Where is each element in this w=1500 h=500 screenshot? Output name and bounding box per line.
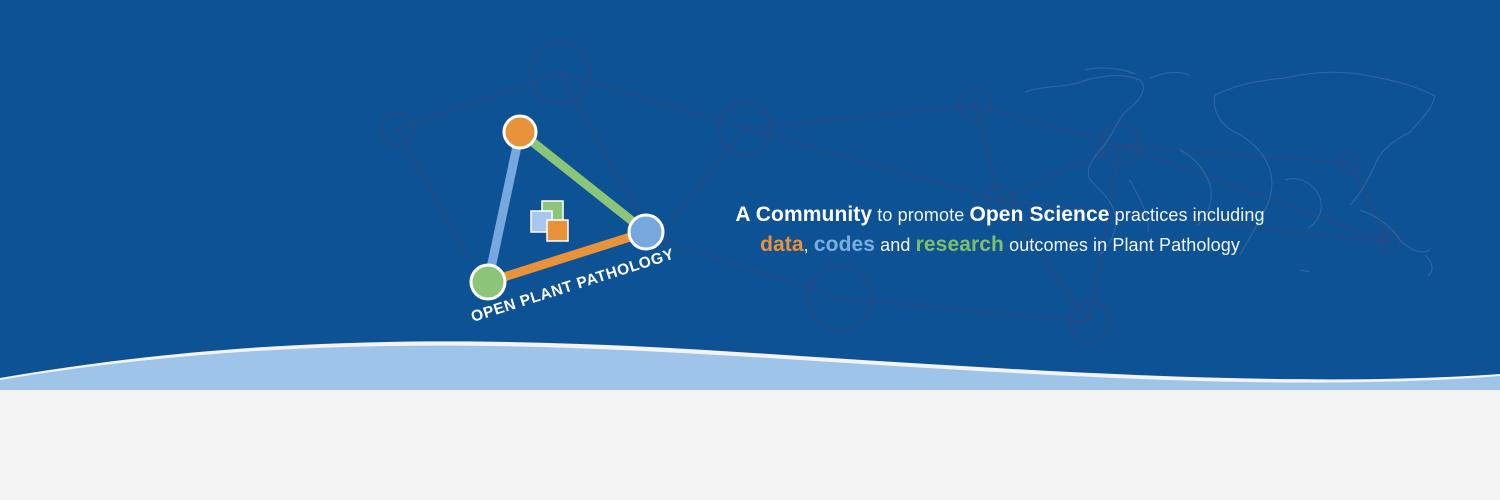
header-banner: OPEN PLANT PATHOLOGY A Community to prom… — [0, 0, 1500, 500]
codes-text: codes — [813, 233, 876, 256]
a-community-text: A Community — [735, 203, 873, 226]
and-text: and — [875, 235, 916, 255]
logo-node-blue — [627, 213, 665, 251]
comma-text: , — [803, 235, 814, 255]
blue-header-area — [0, 0, 1500, 380]
tagline-line-1: A Community to promote Open Science prac… — [700, 200, 1300, 230]
research-text: research — [915, 233, 1004, 256]
logo-node-orange — [502, 114, 538, 150]
open-science-text: Open Science — [969, 203, 1110, 226]
outcomes-text: outcomes in Plant Pathology — [1003, 235, 1240, 255]
data-text: data — [760, 233, 804, 256]
logo-square-orange — [546, 219, 569, 242]
tagline-line-2: data, codes and research outcomes in Pla… — [700, 230, 1300, 260]
logo-edge-blue — [483, 127, 525, 287]
open-plant-pathology-logo: OPEN PLANT PATHOLOGY — [469, 114, 677, 326]
to-promote-text: to promote — [872, 205, 970, 225]
logo-node-green — [469, 263, 507, 301]
practices-text: practices including — [1109, 205, 1265, 225]
tagline: A Community to promote Open Science prac… — [700, 200, 1300, 260]
